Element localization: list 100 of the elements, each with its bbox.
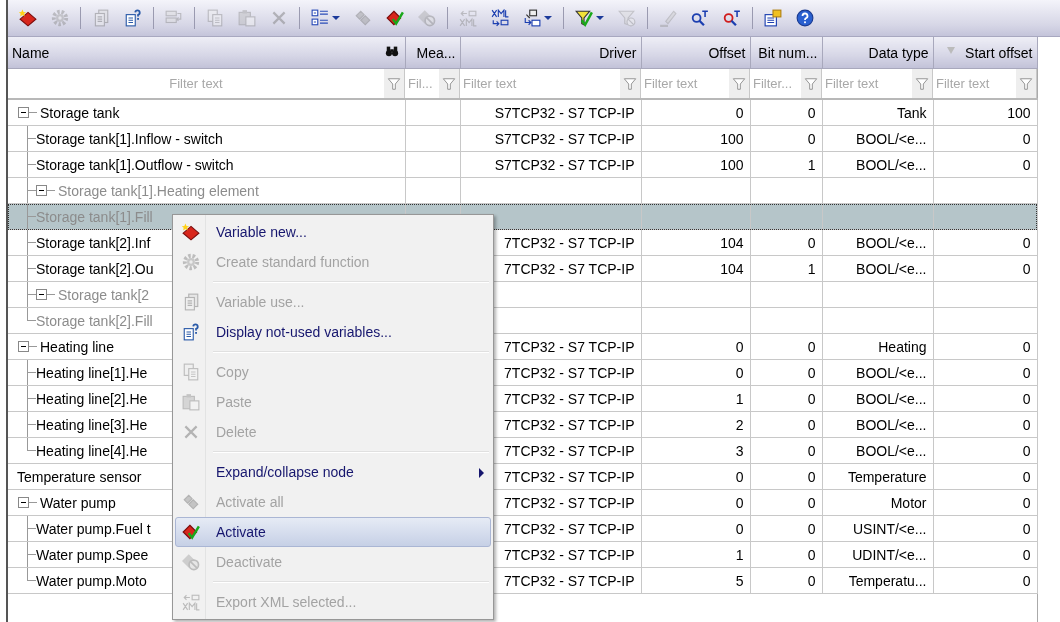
filter-button[interactable]	[801, 69, 821, 98]
variable-name: Water pump.Fuel t	[36, 520, 151, 537]
table-cell: BOOL/<e...	[822, 151, 933, 178]
table-cell: 2	[641, 411, 750, 438]
menu-item[interactable]: Activate	[175, 517, 491, 547]
table-cell: 3	[641, 437, 750, 464]
table-cell: 0	[933, 411, 1037, 438]
table-cell: 1	[641, 385, 750, 412]
funnel-icon	[618, 9, 636, 27]
collapse-toggle[interactable]	[18, 107, 29, 118]
caret-icon	[544, 16, 552, 20]
variable-name: Heating line[1].He	[36, 364, 148, 381]
document-question-icon	[124, 9, 142, 27]
caret-icon	[332, 16, 340, 20]
filter-input[interactable]: Filter text	[933, 69, 1016, 98]
column-header[interactable]: Name	[8, 37, 405, 69]
table-cell: Temperature	[822, 463, 933, 490]
column-header[interactable]: Mea...	[405, 37, 460, 69]
sort-arrow-icon	[947, 46, 956, 54]
table-cell: 0	[750, 333, 822, 360]
table-cell: 100	[641, 125, 750, 152]
diamond-check-icon	[386, 9, 404, 27]
table-row[interactable]: Storage tank[1].Heating element	[8, 177, 1037, 204]
variable-name: Water pump	[40, 494, 116, 511]
diamond-icon	[19, 9, 37, 27]
cross-icon	[182, 423, 200, 441]
table-row[interactable]: Storage tank[1].Outflow - switch S7TCP32 - S7 TCP-IP 100 1 BOOL/<e... 0	[8, 151, 1037, 178]
table-cell: UDINT/<e...	[822, 541, 933, 568]
filter-button[interactable]	[620, 69, 640, 98]
xml-icon	[182, 593, 200, 611]
collapse-toggle[interactable]	[18, 341, 29, 352]
filter-input[interactable]: Fil...	[405, 69, 439, 98]
table-cell: Tank	[822, 99, 933, 126]
table-cell: BOOL/<e...	[822, 359, 933, 386]
filter-icon	[442, 76, 456, 91]
filter-button[interactable]	[912, 69, 932, 98]
table-cell: 0	[641, 463, 750, 490]
table-cell: 0	[933, 333, 1037, 360]
variable-name: Storage tank[1].Heating element	[58, 182, 259, 199]
filter-input[interactable]: Filter text	[822, 69, 912, 98]
table-cell: BOOL/<e...	[822, 229, 933, 256]
table-cell: 0	[933, 489, 1037, 516]
table-cell: 1	[750, 151, 822, 178]
list-icon	[311, 9, 329, 27]
caret-icon	[596, 16, 604, 20]
collapse-toggle[interactable]	[36, 289, 47, 300]
variable-name: Temperature sensor	[17, 468, 142, 485]
table-cell: 0	[750, 437, 822, 464]
filter-icon	[1019, 76, 1033, 91]
filter-button[interactable]	[1016, 69, 1036, 98]
variable-name: Storage tank[1].Outflow - switch	[36, 156, 234, 173]
table-row[interactable]: Storage tank S7TCP32 - S7 TCP-IP 0 0 Tank 100	[8, 99, 1037, 126]
table-cell: 0	[641, 359, 750, 386]
collapse-toggle[interactable]	[36, 185, 47, 196]
collapse-toggle[interactable]	[18, 497, 29, 508]
column-header[interactable]: Data type	[822, 37, 933, 69]
column-header[interactable]: Offset	[641, 37, 750, 69]
column-header[interactable]: Bit num...	[750, 37, 822, 69]
variable-name: Water pump.Spee	[36, 546, 149, 563]
gear-icon	[51, 9, 69, 27]
table-cell: 104	[641, 255, 750, 282]
table-cell: 0	[933, 463, 1037, 490]
table-cell: Motor	[822, 489, 933, 516]
variable-name: Heating line[4].He	[36, 442, 148, 459]
table-cell: 0	[933, 151, 1037, 178]
filter-icon	[804, 76, 818, 91]
table-cell: 0	[933, 567, 1037, 594]
column-header[interactable]: Driver	[460, 37, 641, 69]
variable-name: Heating line	[40, 338, 114, 355]
table-cell: 0	[641, 489, 750, 516]
paste-icon	[182, 393, 200, 411]
table-cell: S7TCP32 - S7 TCP-IP	[460, 151, 641, 178]
filter-button[interactable]	[439, 69, 459, 98]
table-cell: BOOL/<e...	[822, 437, 933, 464]
table-cell: 0	[933, 437, 1037, 464]
filter-icon	[732, 76, 746, 91]
filter-button[interactable]	[384, 69, 404, 98]
table-cell: 0	[750, 489, 822, 516]
no-entry-icon	[182, 553, 200, 571]
table-cell: 0	[750, 99, 822, 126]
table-cell: 0	[641, 99, 750, 126]
filter-button[interactable]	[729, 69, 749, 98]
xml-icon	[491, 9, 509, 27]
table-cell: 0	[750, 411, 822, 438]
table-cell: 0	[750, 541, 822, 568]
table-cell: Heating	[822, 333, 933, 360]
filter-icon	[915, 76, 929, 91]
table-cell: 0	[933, 229, 1037, 256]
gear-icon	[182, 253, 200, 271]
documents-icon	[92, 9, 110, 27]
filter-input[interactable]: Filter...	[750, 69, 801, 98]
filter-input[interactable]: Filter text	[641, 69, 729, 98]
table-row[interactable]: Storage tank[1].Inflow - switch S7TCP32 - S7 TCP-IP 100 0 BOOL/<e... 0	[8, 125, 1037, 152]
table-cell: S7TCP32 - S7 TCP-IP	[460, 125, 641, 152]
table-cell: 100	[641, 151, 750, 178]
cross-icon	[270, 9, 288, 27]
funnel-check-icon	[575, 9, 593, 27]
search-icon	[384, 44, 399, 58]
column-header[interactable]: Start offset	[933, 37, 1037, 69]
magnifier-icon	[723, 9, 741, 27]
